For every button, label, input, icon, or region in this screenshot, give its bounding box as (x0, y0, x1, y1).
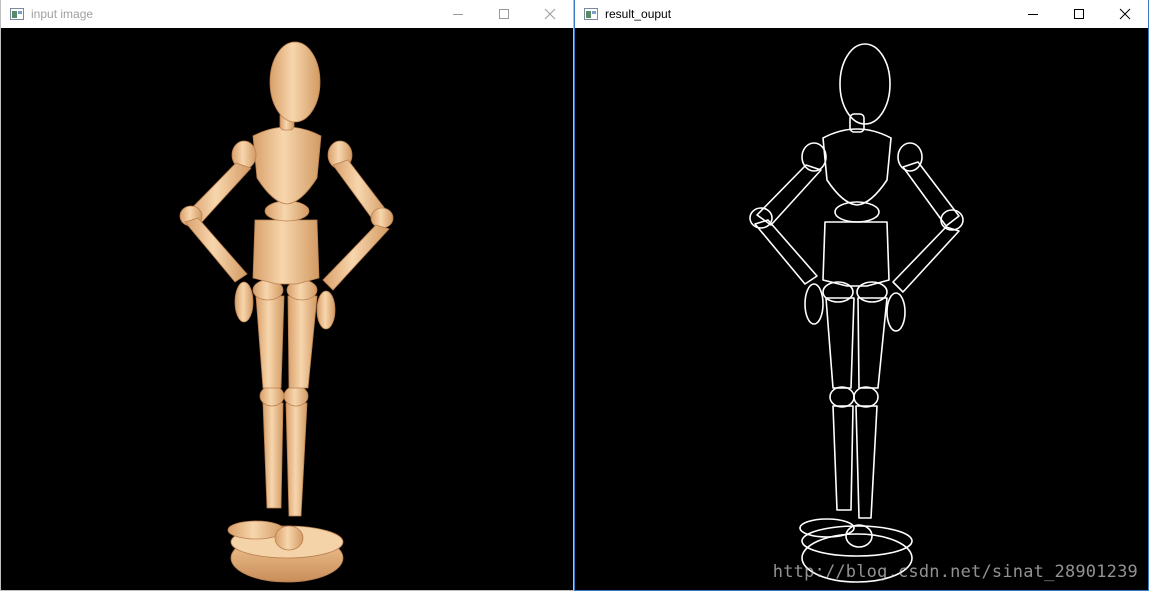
minimize-button[interactable] (1010, 0, 1056, 28)
close-button[interactable] (527, 0, 573, 28)
close-icon (1119, 8, 1131, 20)
titlebar[interactable]: result_ouput (575, 0, 1148, 28)
titlebar[interactable]: input image (1, 0, 573, 28)
minimize-icon (453, 14, 463, 15)
input-image-window: input image (0, 0, 574, 591)
window-title: result_ouput (605, 7, 672, 21)
app-window-icon (584, 8, 598, 20)
mannequin-photo (179, 41, 394, 583)
maximize-icon (499, 9, 509, 19)
watermark: http://blog.csdn.net/sinat_28901239 (772, 562, 1138, 582)
mannequin-edges (749, 43, 964, 583)
minimize-button[interactable] (435, 0, 481, 28)
maximize-button[interactable] (481, 0, 527, 28)
close-icon (544, 8, 556, 20)
maximize-icon (1074, 9, 1084, 19)
window-title: input image (31, 7, 94, 21)
maximize-button[interactable] (1056, 0, 1102, 28)
close-button[interactable] (1102, 0, 1148, 28)
edge-canvas: http://blog.csdn.net/sinat_28901239 (575, 28, 1148, 590)
app-window-icon (10, 8, 24, 20)
result-output-window: result_ouput http://blog.csdn.net/sinat_… (574, 0, 1149, 591)
image-canvas (1, 28, 573, 590)
minimize-icon (1028, 14, 1038, 15)
